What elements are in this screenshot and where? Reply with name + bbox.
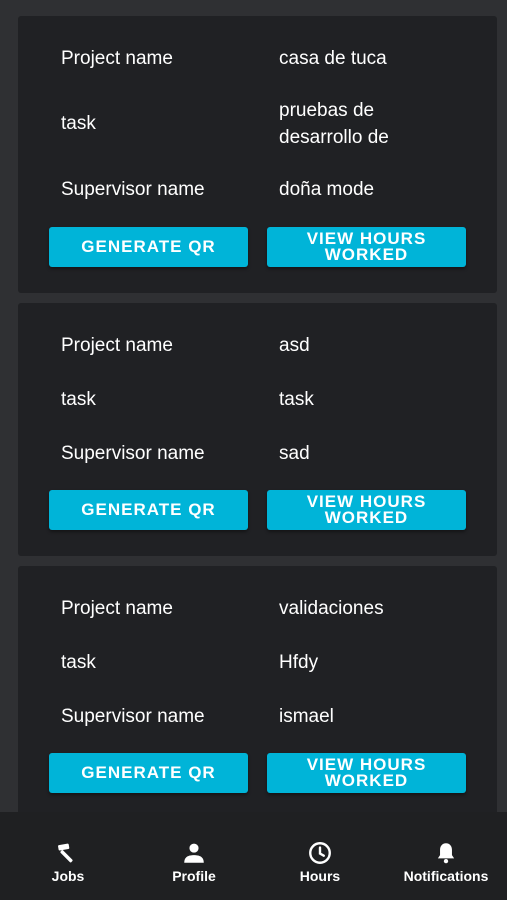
task-value: Hfdy	[279, 652, 319, 673]
nav-label-profile: Profile	[172, 868, 216, 884]
task-value: task	[279, 389, 314, 410]
generate-qr-button[interactable]: GENERATE QR	[49, 490, 248, 530]
task-label: task	[61, 389, 96, 410]
nav-item-jobs[interactable]: Jobs	[5, 812, 131, 900]
task-label: task	[61, 652, 96, 673]
nav-item-notifications[interactable]: Notifications	[383, 812, 507, 900]
project-value: casa de tuca	[279, 48, 387, 69]
person-icon	[131, 840, 257, 866]
nav-label-hours: Hours	[299, 868, 341, 884]
project-label: Project name	[61, 335, 173, 356]
generate-qr-button[interactable]: GENERATE QR	[49, 753, 248, 793]
nav-item-hours[interactable]: Hours	[257, 812, 383, 900]
supervisor-label: Supervisor name	[61, 443, 205, 464]
task-value: pruebas de desarrollo de	[279, 100, 389, 148]
nav-label-notifications: Notifications	[403, 868, 489, 884]
generate-qr-button[interactable]: GENERATE QR	[49, 227, 248, 267]
clock-icon	[257, 840, 383, 866]
job-card: Project name validaciones task Hfdy Supe…	[18, 566, 497, 812]
nav-item-profile[interactable]: Profile	[131, 812, 257, 900]
jobs-screen: Project name casa de tuca task pruebas d…	[0, 0, 507, 900]
task-label: task	[61, 113, 96, 134]
supervisor-value: ismael	[279, 706, 334, 727]
nav-label-jobs: Jobs	[51, 868, 85, 884]
view-hours-worked-button[interactable]: VIEW HOURS WORKED	[267, 227, 466, 267]
project-label: Project name	[61, 598, 173, 619]
bottom-navigation: Jobs Profile Hours Notifications	[0, 812, 507, 900]
hammer-icon	[5, 840, 131, 866]
job-card: Project name asd task task Supervisor na…	[18, 303, 497, 556]
project-value: asd	[279, 335, 310, 356]
supervisor-value: sad	[279, 443, 310, 464]
supervisor-label: Supervisor name	[61, 179, 205, 200]
project-label: Project name	[61, 48, 173, 69]
project-value: validaciones	[279, 598, 384, 619]
supervisor-label: Supervisor name	[61, 706, 205, 727]
bell-icon	[383, 840, 507, 866]
supervisor-value: doña mode	[279, 179, 375, 200]
view-hours-worked-button[interactable]: VIEW HOURS WORKED	[267, 753, 466, 793]
job-list[interactable]: Project name casa de tuca task pruebas d…	[0, 0, 507, 812]
view-hours-worked-button[interactable]: VIEW HOURS WORKED	[267, 490, 466, 530]
job-card: Project name casa de tuca task pruebas d…	[18, 16, 497, 293]
